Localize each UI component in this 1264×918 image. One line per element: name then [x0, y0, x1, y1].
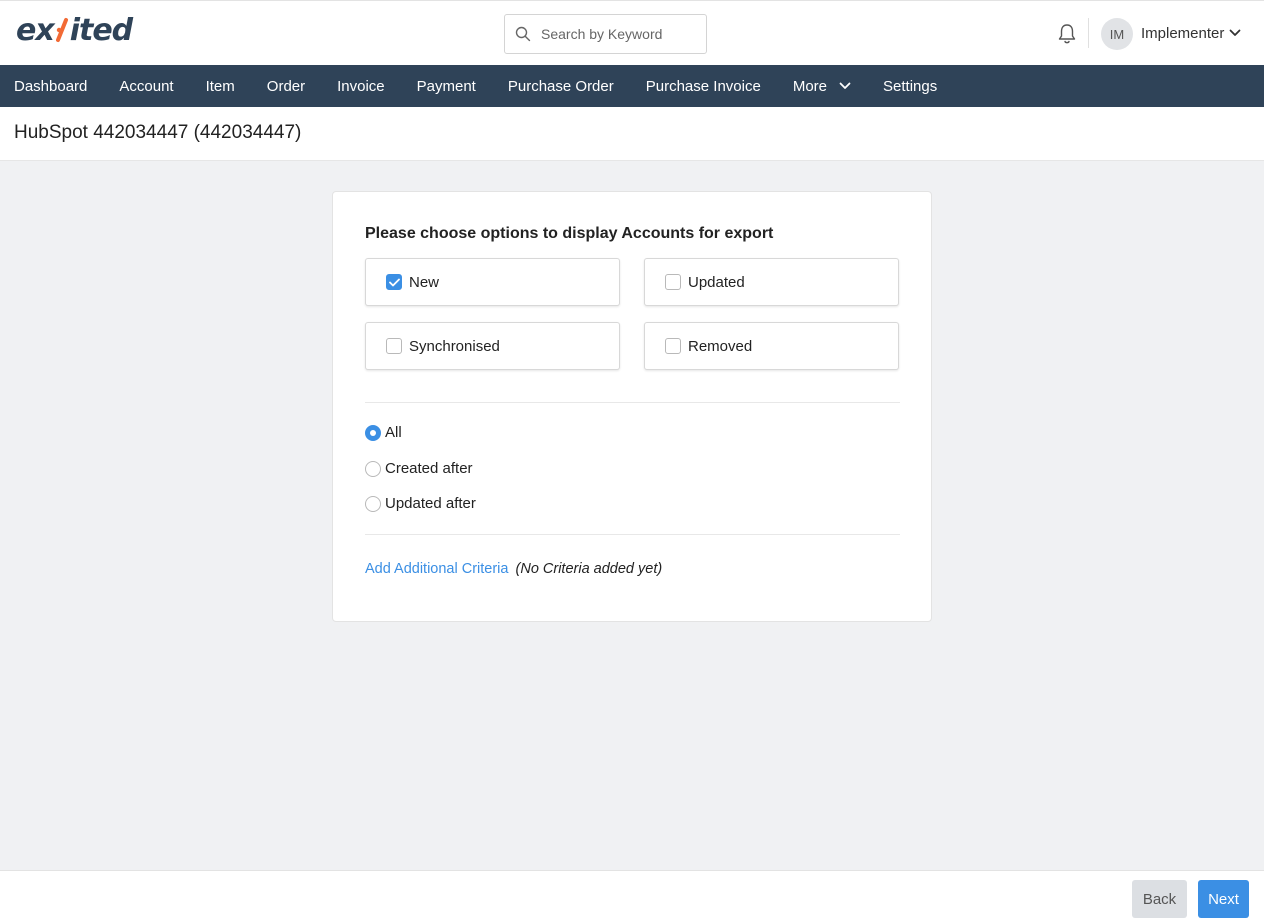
- option-updated[interactable]: Updated: [644, 258, 899, 306]
- checkbox-synchronised[interactable]: [386, 338, 402, 354]
- logo-mark-icon: [55, 17, 69, 43]
- nav-item-settings[interactable]: Settings: [867, 65, 953, 107]
- radio-all-label: All: [385, 424, 402, 441]
- page-title-bar: HubSpot 442034447 (442034447): [0, 107, 1264, 161]
- page-title: HubSpot 442034447 (442034447): [14, 122, 302, 143]
- user-name[interactable]: Implementer: [1141, 25, 1224, 42]
- bell-icon[interactable]: [1057, 23, 1077, 45]
- option-new-label: New: [409, 273, 440, 291]
- nav-item-account[interactable]: Account: [103, 65, 189, 107]
- back-button[interactable]: Back: [1132, 880, 1187, 918]
- chevron-down-icon[interactable]: [1229, 28, 1241, 38]
- nav-item-dashboard[interactable]: Dashboard: [0, 65, 103, 107]
- radio-created-after[interactable]: Created after: [365, 460, 473, 477]
- header-divider: [1088, 18, 1089, 48]
- nav-item-payment[interactable]: Payment: [401, 65, 492, 107]
- divider: [365, 534, 900, 535]
- radio-all-button[interactable]: [365, 424, 381, 441]
- search-icon: [515, 26, 531, 42]
- radio-created-after-label: Created after: [385, 460, 473, 477]
- radio-updated-after[interactable]: Updated after: [365, 495, 476, 512]
- next-button[interactable]: Next: [1198, 880, 1249, 918]
- nav-item-more-label: More: [792, 77, 828, 95]
- search-box[interactable]: [504, 14, 707, 54]
- logo-text-right: ited: [69, 12, 133, 48]
- top-header: ex ited IM Implementer: [0, 0, 1264, 65]
- nav-item-purchase-invoice[interactable]: Purchase Invoice: [630, 65, 777, 107]
- option-updated-label: Updated: [688, 273, 745, 291]
- nav-item-more[interactable]: More: [777, 65, 867, 107]
- nav-item-order[interactable]: Order: [251, 65, 321, 107]
- nav-item-item[interactable]: Item: [190, 65, 251, 107]
- chevron-down-icon: [839, 82, 851, 89]
- footer-bar: Back Next: [0, 870, 1264, 918]
- criteria-row: Add Additional Criteria (No Criteria add…: [365, 561, 662, 577]
- card-heading: Please choose options to display Account…: [365, 225, 774, 242]
- nav-item-invoice[interactable]: Invoice: [321, 65, 401, 107]
- radio-updated-after-label: Updated after: [385, 495, 476, 512]
- radio-created-after-button[interactable]: [365, 460, 381, 477]
- check-icon: [388, 278, 400, 286]
- checkbox-new[interactable]: [386, 274, 402, 290]
- divider: [365, 402, 900, 403]
- nav-item-purchase-order[interactable]: Purchase Order: [492, 65, 630, 107]
- option-synchronised[interactable]: Synchronised: [365, 322, 620, 370]
- radio-updated-after-button[interactable]: [365, 495, 381, 512]
- avatar[interactable]: IM: [1101, 18, 1133, 50]
- checkbox-removed[interactable]: [665, 338, 681, 354]
- option-removed-label: Removed: [688, 337, 753, 355]
- option-removed[interactable]: Removed: [644, 322, 899, 370]
- exsited-logo[interactable]: ex ited: [16, 12, 133, 48]
- option-synchronised-label: Synchronised: [409, 337, 500, 355]
- criteria-note: (No Criteria added yet): [515, 561, 663, 577]
- main-nav: Dashboard Account Item Order Invoice Pay…: [0, 65, 1264, 107]
- add-additional-criteria-link[interactable]: Add Additional Criteria: [365, 561, 508, 577]
- export-options-card: Please choose options to display Account…: [332, 191, 932, 622]
- logo-text-left: ex: [16, 12, 55, 48]
- radio-all[interactable]: All: [365, 424, 402, 441]
- option-new[interactable]: New: [365, 258, 620, 306]
- checkbox-updated[interactable]: [665, 274, 681, 290]
- search-input[interactable]: [541, 26, 701, 42]
